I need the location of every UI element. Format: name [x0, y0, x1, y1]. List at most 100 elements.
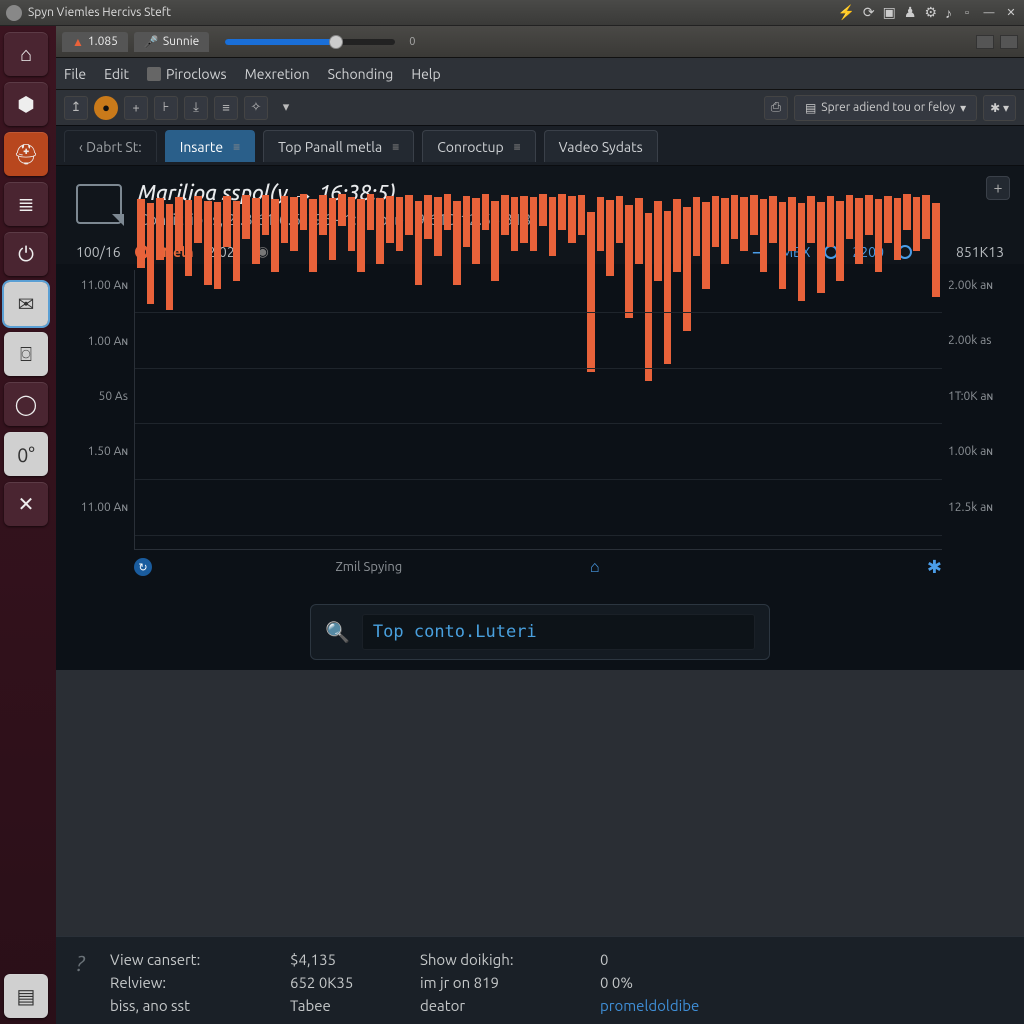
zero-icon[interactable]: 0° [4, 432, 48, 476]
menu-piroclows[interactable]: Piroclows [147, 66, 227, 82]
ytick: 1T:0K aɴ [948, 389, 1004, 403]
xaxis-start-icon[interactable]: ↻ [134, 558, 152, 576]
bar [472, 198, 480, 264]
record-icon[interactable]: ● [94, 96, 118, 120]
bar [511, 197, 519, 252]
tab-label: Top Panall metla [278, 139, 382, 155]
chat-icon[interactable]: ✉ [4, 282, 48, 326]
bar [760, 199, 768, 272]
add-icon[interactable]: + [124, 96, 148, 120]
page-tab[interactable]: Insarte≡ [165, 130, 255, 162]
bar [185, 200, 193, 276]
menu-schonding[interactable]: Schonding [328, 66, 394, 82]
step-back-icon[interactable]: ⊦ [154, 96, 178, 120]
tools-icon[interactable]: ✕ [4, 482, 48, 526]
gridline [135, 535, 942, 536]
bar [453, 201, 461, 285]
tab-close-icon[interactable]: ≡ [233, 140, 240, 154]
xaxis-mid-icon[interactable]: ⌂ [586, 558, 604, 576]
menu-icon [147, 67, 161, 81]
doc-icon[interactable]: ▤ [4, 974, 48, 1018]
progress-slider[interactable] [225, 39, 395, 45]
page-tab[interactable]: Top Panall metla ≡ [263, 130, 414, 162]
volume-icon[interactable]: ♪ [945, 5, 952, 21]
bolt-icon[interactable]: ⚡ [837, 4, 854, 21]
tab-label: ‹ Dabrt St: [79, 139, 142, 155]
status-cell: im jr on 819 [420, 974, 580, 991]
bar [664, 211, 672, 364]
user-icon[interactable]: ♟ [904, 4, 917, 21]
menu-file[interactable]: File [64, 66, 86, 82]
status-link[interactable]: promeldoldibe [600, 997, 720, 1014]
bar [530, 197, 538, 252]
help-icon[interactable]: ⛑ [4, 132, 48, 176]
menu-mexretion[interactable]: Mexretion [245, 66, 310, 82]
bar [233, 201, 241, 281]
power-icon[interactable]: ⏻ [4, 232, 48, 276]
xaxis-end-icon[interactable]: ✱ [927, 557, 942, 578]
bar [846, 195, 854, 239]
bar [501, 195, 509, 235]
bar [549, 197, 557, 255]
window-minimize-icon[interactable]: — [982, 6, 996, 20]
tab-close-icon[interactable]: ≡ [392, 140, 399, 154]
circle-icon[interactable]: ◯ [4, 382, 48, 426]
page-tab[interactable]: Vadeo Sydats [544, 130, 658, 162]
status-cell: 0 0% [600, 974, 720, 991]
camera-button[interactable]: ⎙ [764, 96, 788, 120]
sync-icon[interactable]: ⟳ [863, 4, 875, 21]
window-restore-icon[interactable]: ▫ [960, 6, 974, 20]
bar [693, 197, 701, 255]
ytick: 11.00 Aɴ [76, 278, 128, 292]
screen-icon[interactable]: ▣ [883, 4, 896, 21]
settings-button[interactable]: ✱ ▾ [983, 95, 1016, 121]
y-axis-right: 2.00k aɴ2.00k as1T:0K aɴ1.00k aɴ12.5k aɴ [942, 270, 1004, 550]
gridline [135, 423, 942, 424]
page-tab[interactable]: ‹ Dabrt St: [64, 130, 157, 162]
ytick: 1.00 Aɴ [76, 334, 128, 348]
status-cell: $4,135 [290, 951, 400, 968]
bar [338, 194, 346, 227]
bar [319, 195, 327, 235]
bar [214, 202, 222, 289]
folder-icon[interactable]: ⬢ [4, 82, 48, 126]
bar [175, 197, 183, 252]
chevron-down-icon[interactable]: ▾ [274, 96, 298, 120]
bar [482, 194, 490, 230]
sparkle-icon[interactable]: ✧ [244, 96, 268, 120]
disk-icon[interactable]: ≣ [4, 182, 48, 226]
slider-knob[interactable] [329, 35, 343, 49]
chart-plot-area[interactable] [134, 270, 942, 550]
bar [731, 195, 739, 239]
browser-tab-1[interactable]: ▲ 1.085 [62, 32, 128, 52]
xaxis-label: Zmil Spying [152, 560, 586, 574]
bar [520, 196, 528, 243]
list-icon[interactable]: ≡ [214, 96, 238, 120]
app-max-icon[interactable] [1000, 35, 1018, 49]
home-icon[interactable]: ⌂ [4, 32, 48, 76]
menu-edit[interactable]: Edit [104, 66, 129, 82]
download-icon[interactable]: ⤓ [184, 96, 208, 120]
add-panel-button[interactable]: + [986, 176, 1010, 200]
status-cell: Relview: [110, 974, 270, 991]
menu-help[interactable]: Help [411, 66, 440, 82]
tab-close-icon[interactable]: ≡ [514, 140, 521, 154]
bar [281, 196, 289, 243]
mode-dropdown[interactable]: ▤ Sprer adiend tou or feloy ▾ [794, 95, 977, 121]
bar [894, 198, 902, 260]
app-min-icon[interactable] [976, 35, 994, 49]
camera-icon[interactable]: ⌼ [4, 332, 48, 376]
tab-label: 1.085 [88, 35, 118, 48]
search-input[interactable] [362, 614, 755, 650]
upload-icon[interactable]: ↥ [64, 96, 88, 120]
bar [568, 196, 576, 243]
window-close-icon[interactable]: ✕ [1004, 6, 1018, 20]
page-tab[interactable]: Conroctup≡ [422, 130, 535, 162]
browser-tab-2[interactable]: 🎤 Sunnie [134, 32, 209, 52]
gear-icon[interactable]: ⚙ [924, 4, 937, 21]
help-icon[interactable]: ? [76, 951, 100, 975]
tab-label: Sunnie [163, 35, 199, 48]
menu-label: Help [411, 66, 440, 82]
bar [194, 196, 202, 243]
bar [348, 197, 356, 252]
